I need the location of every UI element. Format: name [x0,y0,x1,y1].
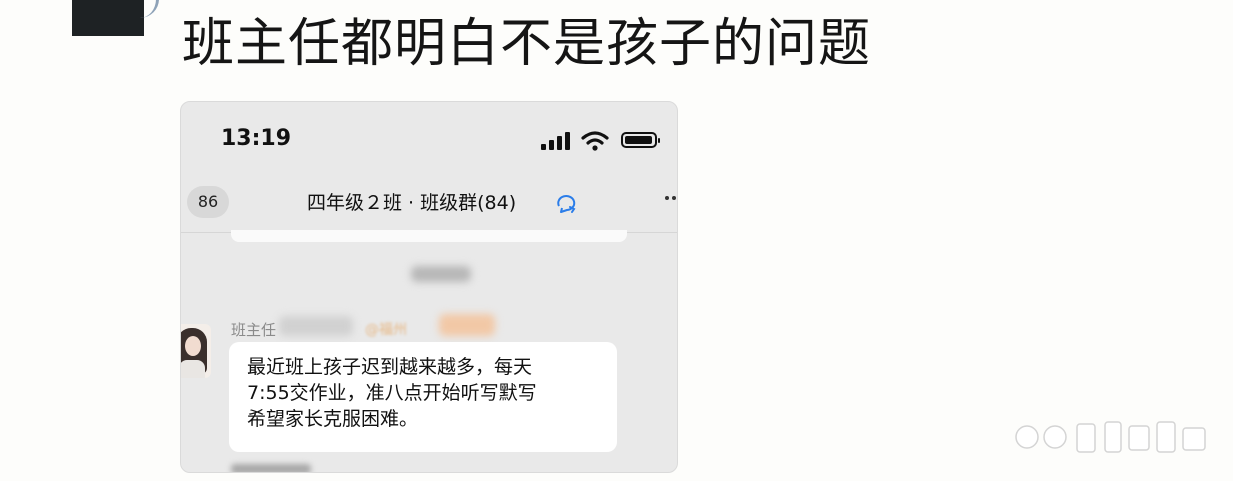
sender-avatar[interactable] [181,324,211,378]
previous-message-bubble [231,230,627,242]
message-line: 最近班上孩子迟到越来越多，每天 [247,356,533,378]
redacted-mention [439,314,495,336]
message-bubble[interactable]: 最近班上孩子迟到越来越多，每天 7:55交作业，准八点开始听写默写 希望家长克服… [229,342,617,452]
chat-title: 四年级２班 · 班级群(84) [307,192,517,214]
post-page: 班主任都明白不是孩子的问题 13:19 86 四年级２班 · 班级群(84) 班… [0,0,1233,481]
redacted-name [279,316,353,336]
wifi-icon [581,131,609,151]
chat-sync-icon[interactable] [555,192,579,214]
chat-screenshot-image[interactable]: 13:19 86 四年级２班 · 班级群(84) 班主任 @福州 最近班上孩子迟… [180,101,678,473]
post-title: 班主任都明白不是孩子的问题 [182,14,872,74]
unread-count-badge[interactable]: 86 [187,186,229,218]
message-line: 希望家长克服困难。 [247,408,419,430]
next-sender-redacted [231,464,311,472]
user-avatar-partial[interactable] [72,0,159,36]
message-line: 7:55交作业，准八点开始听写默写 [247,382,537,404]
status-icons [527,130,667,152]
cellular-signal-icon [541,132,573,150]
more-icon[interactable] [665,196,677,202]
battery-icon [621,132,660,148]
sender-name: 班主任 [231,321,277,339]
mention-tag: @福州 [365,322,407,338]
status-time: 13:19 [221,126,292,151]
watermark-logo [1015,421,1206,453]
redacted-timestamp [411,266,471,282]
